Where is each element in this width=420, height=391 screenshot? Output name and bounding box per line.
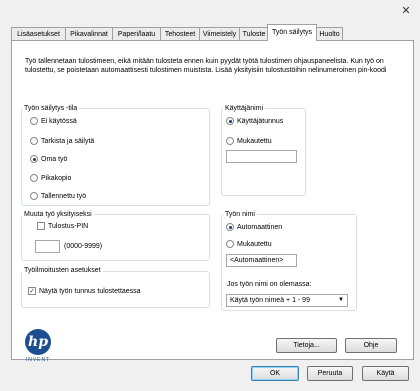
radio-label: Automaattinen: [237, 224, 283, 231]
radio-button[interactable]: [226, 117, 234, 126]
tab-output[interactable]: Tuloste: [239, 27, 269, 40]
chevron-down-icon: ▼: [338, 297, 344, 303]
job-name-custom-input[interactable]: <Automaattinen>: [226, 254, 297, 267]
pin-range-label: (0000-9999): [64, 243, 103, 250]
radio-button[interactable]: [30, 155, 38, 164]
about-button[interactable]: Tietoja...: [276, 338, 337, 353]
tab-finishing[interactable]: Viimeistely: [199, 27, 240, 40]
radio-label: Mukautettu: [237, 241, 272, 248]
hp-logo: hp: [25, 329, 51, 355]
pin-to-print-checkbox[interactable]: Tulostus-PIN: [37, 222, 88, 232]
notification-title: Työilmoitusten asetukset: [22, 266, 103, 275]
display-job-id-checkbox[interactable]: ✓ Näytä työn tunnus tulostettaessa: [28, 287, 141, 297]
checkbox[interactable]: ✓: [28, 287, 36, 296]
username-title: Käyttäjänimi: [223, 104, 266, 113]
radio-personal-job[interactable]: Oma työ: [30, 155, 67, 165]
radio-label: Käyttäjätunnus: [237, 118, 284, 125]
radio-username-custom[interactable]: Mukautettu: [226, 137, 272, 147]
radio-button[interactable]: [226, 137, 234, 146]
tab-services[interactable]: Huolto: [316, 27, 343, 40]
make-private-title: Muuta työ yksityiseksi: [22, 210, 94, 219]
radio-user-name[interactable]: Käyttäjätunnus: [226, 117, 283, 127]
radio-proof-hold[interactable]: Tarkista ja säilytä: [30, 137, 94, 147]
tab-job-storage[interactable]: Työn säilytys: [267, 24, 317, 41]
radio-label: Tarkista ja säilytä: [41, 138, 95, 145]
cancel-button[interactable]: Peruuta: [307, 366, 353, 381]
radio-label: Oma työ: [41, 156, 68, 163]
close-button[interactable]: ✕: [399, 4, 413, 18]
job-name-exists-select[interactable]: Käytä työn nimeä + 1 - 99 ▼: [226, 294, 348, 307]
radio-label: Tallennettu työ: [41, 193, 87, 200]
intro-text: Työ tallennetaan tulostimeen, eikä mitää…: [25, 58, 387, 74]
checkbox-label: Tulostus-PIN: [48, 223, 89, 230]
job-storage-mode-title: Työn säilytys -tila: [22, 104, 80, 113]
tab-paper-quality[interactable]: Paperi/laatu: [112, 27, 161, 40]
job-name-title: Työn nimi: [223, 210, 257, 219]
pin-input[interactable]: [35, 240, 60, 253]
radio-job-name-custom[interactable]: Mukautettu: [226, 240, 272, 250]
radio-label: Ei käytössä: [41, 118, 77, 125]
apply-button[interactable]: Käytä: [362, 366, 409, 381]
radio-button[interactable]: [30, 174, 38, 183]
radio-button[interactable]: [226, 240, 234, 249]
radio-button[interactable]: [30, 117, 38, 126]
tab-effects[interactable]: Tehosteet: [160, 27, 200, 40]
radio-button[interactable]: [30, 192, 38, 201]
radio-button[interactable]: [30, 137, 38, 146]
select-value: Käytä työn nimeä + 1 - 99: [230, 297, 310, 304]
radio-stored-job[interactable]: Tallennettu työ: [30, 192, 86, 202]
job-name-exists-label: Jos työn nimi on olemassa:: [227, 281, 312, 288]
hp-logo-text: INVENT: [25, 357, 51, 363]
radio-job-name-auto[interactable]: Automaattinen: [226, 223, 282, 233]
tab-advanced[interactable]: Lisäasetukset: [11, 27, 66, 40]
radio-label: Mukautettu: [237, 138, 272, 145]
radio-quick-copy[interactable]: Pikakopio: [30, 174, 71, 184]
radio-label: Pikakopio: [41, 175, 72, 182]
ok-button[interactable]: OK: [251, 366, 299, 381]
help-button[interactable]: Ohje: [345, 338, 397, 353]
radio-off[interactable]: Ei käytössä: [30, 117, 77, 127]
username-custom-input[interactable]: [226, 150, 297, 163]
checkbox[interactable]: [37, 222, 45, 231]
tab-shortcuts[interactable]: Pikavalinnat: [65, 27, 113, 40]
radio-button[interactable]: [226, 223, 234, 232]
checkbox-label: Näytä työn tunnus tulostettaessa: [39, 288, 141, 295]
